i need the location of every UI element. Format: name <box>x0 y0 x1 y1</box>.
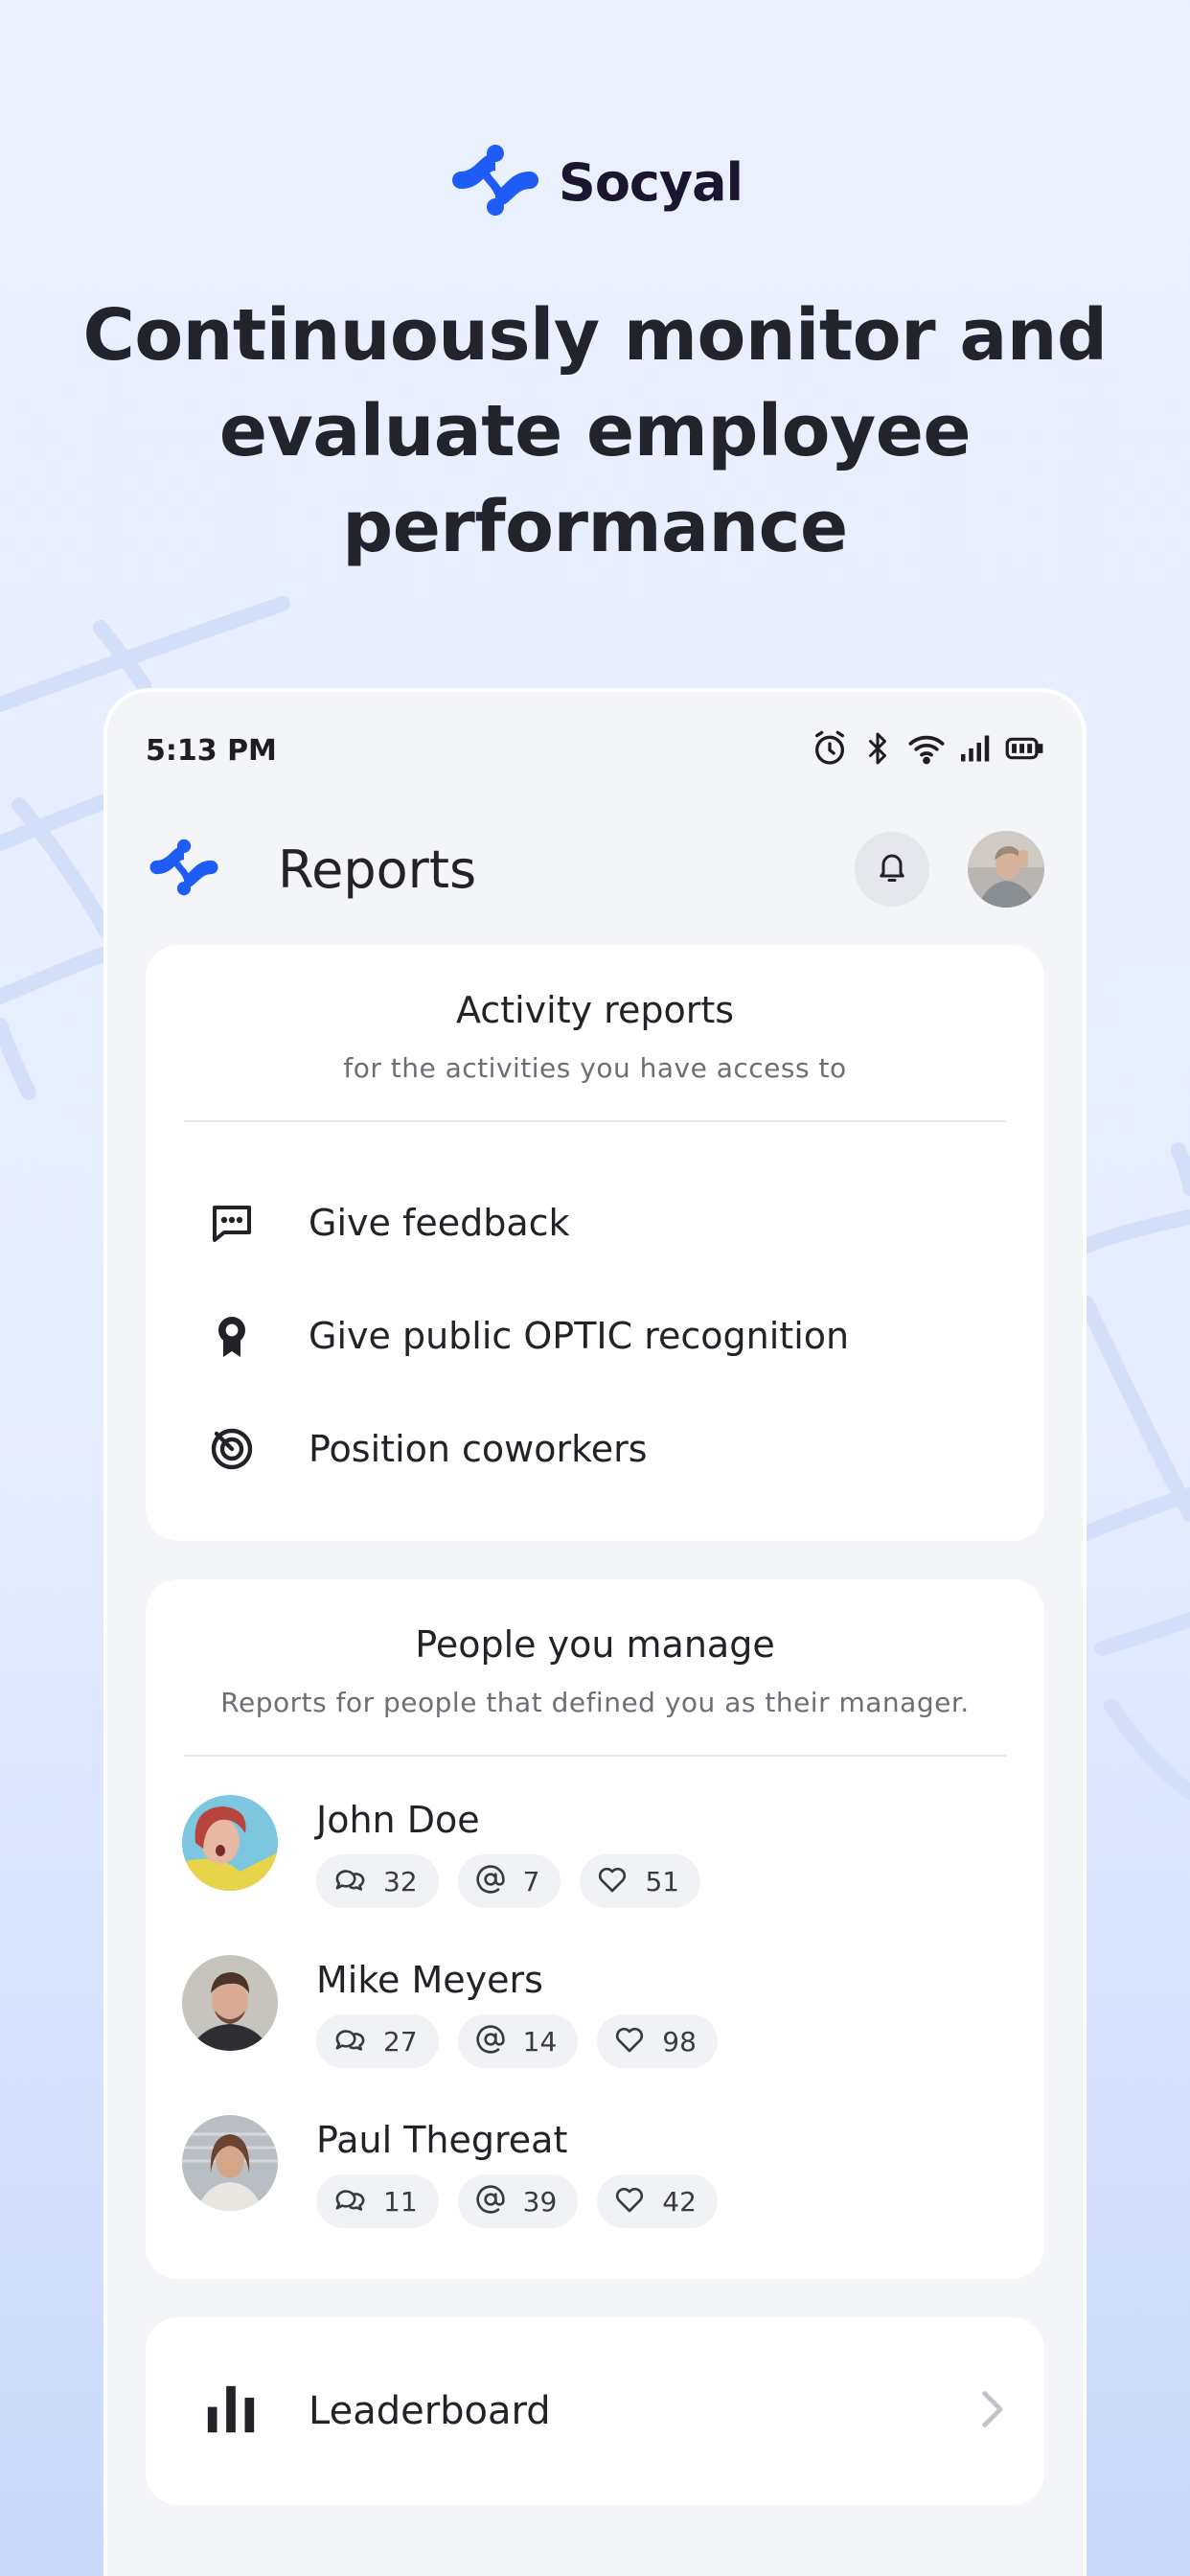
person-row[interactable]: Mike Meyers 27 14 98 <box>182 1955 1044 2115</box>
bar-chart-icon <box>203 2381 259 2441</box>
person-info: Paul Thegreat 11 39 42 <box>316 2115 718 2275</box>
mentions-count: 7 <box>522 1865 540 1898</box>
person-row[interactable]: John Doe 32 7 51 <box>182 1795 1044 1955</box>
card-subtitle: for the activities you have access to <box>343 1052 847 1084</box>
wifi-icon <box>906 729 947 771</box>
status-time: 5:13 PM <box>146 733 277 768</box>
status-bar: 5:13 PM <box>146 726 1044 774</box>
status-icons <box>811 729 1044 771</box>
notifications-button[interactable] <box>855 832 929 907</box>
mentions-count: 39 <box>522 2185 558 2218</box>
comments-icon <box>333 1864 366 1898</box>
alarm-icon <box>811 729 849 771</box>
activity-label: Give public OPTIC recognition <box>309 1315 850 1357</box>
person-name: Mike Meyers <box>316 1959 543 2001</box>
headline-line: Continuously monitor and <box>82 294 1108 377</box>
card-title: Activity reports <box>455 989 735 1031</box>
activity-list: Give feedback Give public OPTIC recognit… <box>146 1122 1044 1506</box>
person-stats: 11 39 42 <box>316 2174 718 2228</box>
avatar <box>182 1795 278 1891</box>
headline-line: performance <box>342 486 848 568</box>
profile-avatar[interactable] <box>968 831 1044 908</box>
logo-icon <box>447 144 543 220</box>
app-header: Reports <box>146 826 1044 912</box>
card-subtitle: Reports for people that defined you as t… <box>220 1687 970 1718</box>
bell-icon <box>875 849 909 889</box>
chat-dots-icon <box>207 1198 257 1248</box>
logo-icon[interactable] <box>146 839 222 900</box>
activity-label: Give feedback <box>309 1202 570 1244</box>
chevron-right-icon <box>977 2388 1006 2434</box>
comments-count: 27 <box>383 2025 418 2058</box>
avatar <box>182 2115 278 2211</box>
mention-icon <box>475 2184 506 2219</box>
stat-mentions: 7 <box>457 1854 561 1908</box>
award-icon <box>207 1311 257 1361</box>
leaderboard-card[interactable]: Leaderboard <box>146 2317 1044 2505</box>
comments-count: 32 <box>383 1865 418 1898</box>
likes-count: 98 <box>662 2025 697 2058</box>
target-icon <box>207 1424 257 1474</box>
stat-mentions: 14 <box>457 2014 579 2068</box>
leaderboard-row[interactable]: Leaderboard <box>146 2317 1044 2505</box>
stat-comments: 11 <box>316 2174 439 2228</box>
person-row[interactable]: Paul Thegreat 11 39 42 <box>182 2115 1044 2275</box>
page-title: Reports <box>278 839 477 900</box>
activity-label: Position coworkers <box>309 1428 648 1470</box>
activity-item-position-coworkers[interactable]: Position coworkers <box>207 1392 1044 1506</box>
comments-icon <box>333 2184 366 2219</box>
card-title: People you manage <box>415 1623 775 1666</box>
heart-icon <box>614 2185 645 2218</box>
stat-likes: 51 <box>580 1854 701 1908</box>
mentions-count: 14 <box>522 2025 558 2058</box>
headline-line: evaluate employee <box>218 390 972 472</box>
stat-comments: 27 <box>316 2014 439 2068</box>
person-name: Paul Thegreat <box>316 2119 568 2161</box>
bluetooth-icon <box>860 729 895 771</box>
mention-icon <box>475 2024 506 2058</box>
person-info: John Doe 32 7 51 <box>316 1795 701 1955</box>
mention-icon <box>475 1864 506 1898</box>
stat-comments: 32 <box>316 1854 439 1908</box>
brand-lockup: Socyal <box>0 144 1190 220</box>
person-name: John Doe <box>316 1799 480 1841</box>
heart-icon <box>614 2025 645 2058</box>
likes-count: 42 <box>662 2185 697 2218</box>
headline: Continuously monitor and evaluate employ… <box>77 288 1113 575</box>
stat-likes: 42 <box>597 2174 718 2228</box>
battery-icon <box>1004 729 1044 771</box>
likes-count: 51 <box>645 1865 680 1898</box>
people-you-manage-card: People you manage Reports for people tha… <box>146 1579 1044 2279</box>
heart-icon <box>597 1865 628 1898</box>
comments-count: 11 <box>383 2185 418 2218</box>
leaderboard-label: Leaderboard <box>309 2389 551 2433</box>
stat-mentions: 39 <box>457 2174 579 2228</box>
activity-reports-card: Activity reports for the activities you … <box>146 945 1044 1541</box>
avatar <box>182 1955 278 2051</box>
stat-likes: 98 <box>597 2014 718 2068</box>
person-stats: 32 7 51 <box>316 1854 701 1908</box>
person-stats: 27 14 98 <box>316 2014 718 2068</box>
signal-icon <box>958 729 993 771</box>
activity-item-give-feedback[interactable]: Give feedback <box>207 1166 1044 1279</box>
person-info: Mike Meyers 27 14 98 <box>316 1955 718 2115</box>
header-actions <box>855 831 1044 908</box>
phone-mockup: 5:13 PM Reports Activity reports for the… <box>103 688 1087 2576</box>
brand-name: Socyal <box>558 151 744 213</box>
comments-icon <box>333 2024 366 2058</box>
activity-item-give-recognition[interactable]: Give public OPTIC recognition <box>207 1279 1044 1392</box>
people-list: John Doe 32 7 51 Mike Meyers 27 14 98 Pa… <box>146 1757 1044 2275</box>
